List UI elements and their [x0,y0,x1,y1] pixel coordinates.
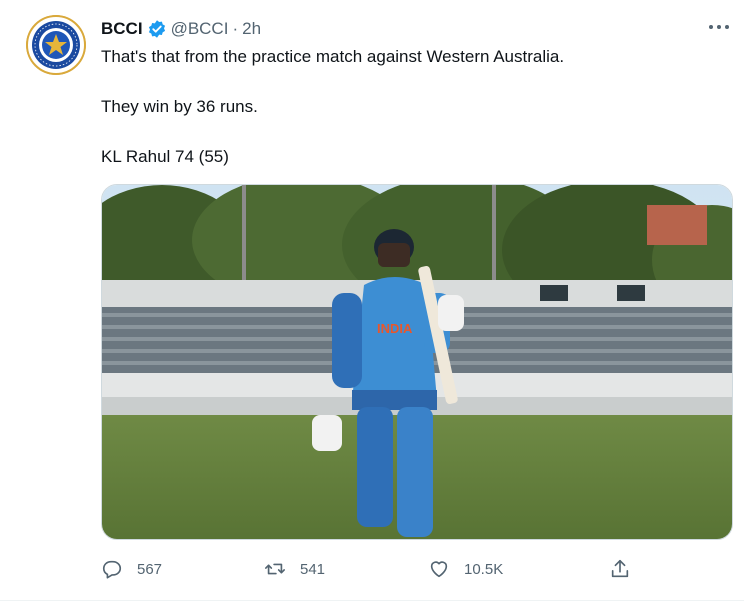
like-count: 10.5K [464,560,504,578]
like-icon [430,561,448,578]
tweet-photo[interactable]: INDIA [101,184,733,540]
retweet-button[interactable]: 541 [264,556,325,582]
cricket-photo: INDIA [102,185,732,539]
tweet-card[interactable]: BCCI @BCCI · 2h That's that from the pra… [0,0,744,601]
like-button[interactable]: 10.5K [428,556,503,582]
verified-badge-icon [147,19,167,39]
author-handle[interactable]: @BCCI [171,19,229,39]
avatar[interactable] [26,15,86,75]
tweet-text: That's that from the practice match agai… [101,46,721,168]
retweet-count: 541 [300,560,326,578]
bcci-logo-icon [26,15,86,75]
author-name[interactable]: BCCI [101,19,143,39]
tweet-text-line: KL Rahul 74 (55) [101,147,229,166]
tweet-header: BCCI @BCCI · 2h [101,18,261,40]
jersey-text: INDIA [377,321,413,336]
separator-dot: · [232,19,239,38]
tweet-text-line: That's that from the practice match agai… [101,47,565,66]
reply-button[interactable]: 567 [101,556,162,582]
share-icon [611,559,629,578]
tweet-actions: 567 541 10.5K [101,556,661,582]
tweet-text-line: They win by 36 runs. [101,97,258,116]
tweet-timestamp[interactable]: 2h [242,19,261,39]
share-button[interactable] [609,556,631,582]
reply-count: 567 [137,560,163,578]
retweet-icon [265,563,285,575]
more-options-icon[interactable] [708,18,730,38]
reply-icon [102,560,122,579]
